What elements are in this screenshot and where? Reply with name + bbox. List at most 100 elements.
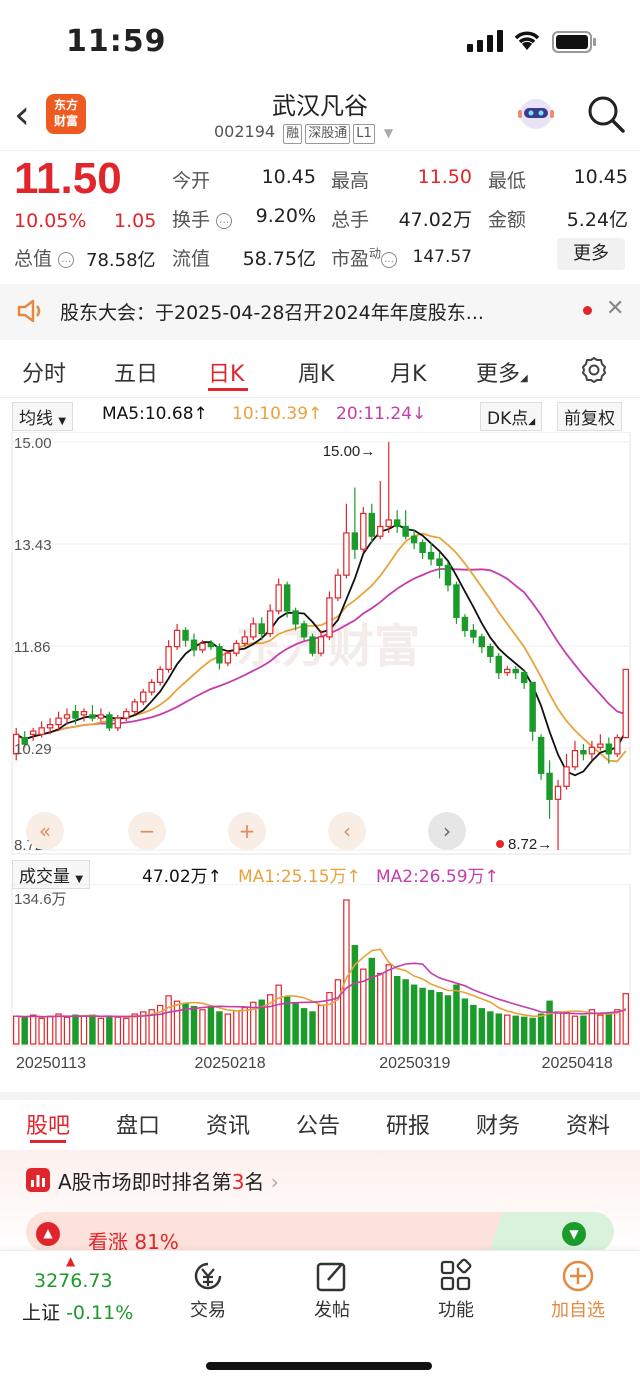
volume-bar — [504, 1014, 511, 1045]
volume-bar — [605, 1012, 613, 1045]
candle — [377, 480, 384, 540]
candle-body — [55, 717, 62, 726]
candle — [563, 753, 570, 790]
candle-body — [410, 535, 418, 544]
candle — [343, 503, 350, 579]
candle — [190, 633, 198, 657]
volume-chart[interactable]: 134.6万 20250113 20250218 20250319 20250418 — [0, 884, 640, 1074]
bullish-label: 看涨 81% — [88, 1230, 179, 1252]
edit-post-icon[interactable] — [314, 1258, 350, 1294]
grid-features-icon[interactable] — [438, 1258, 474, 1294]
index-value[interactable]: 3276.73 — [34, 1270, 113, 1292]
assistant-robot-icon[interactable] — [514, 96, 558, 132]
volume-bar — [13, 1015, 20, 1045]
index-row[interactable]: 上证 -0.11% — [22, 1298, 133, 1325]
tab-order-book[interactable]: 盘口 — [116, 1108, 160, 1140]
notice-text[interactable]: 股东大会：于2025-04-28召开2024年年度股东... — [60, 298, 484, 325]
candle-body — [495, 655, 503, 674]
market-cap-value: 78.58亿 — [86, 250, 156, 271]
tab-announcements[interactable]: 公告 — [296, 1108, 340, 1140]
tab-five-day[interactable]: 五日 — [114, 356, 158, 388]
candle-body — [148, 681, 155, 693]
candle — [470, 623, 477, 644]
candle-body — [504, 668, 511, 674]
candle-body — [266, 610, 274, 635]
change-percent: 10.05% — [14, 210, 87, 232]
candle — [334, 568, 342, 602]
sentiment-bar[interactable]: ▲ 看涨 81% ▼ — [26, 1212, 614, 1252]
zoom-out-button[interactable]: − — [128, 812, 166, 850]
volume-bar — [38, 1017, 45, 1045]
close-icon[interactable]: ✕ — [606, 296, 624, 321]
tab-forum[interactable]: 股吧 — [26, 1108, 70, 1140]
scroll-left-button[interactable]: ‹ — [328, 812, 366, 850]
status-bar: 11:59 — [0, 0, 640, 80]
candle-body — [258, 623, 265, 635]
tab-weekly-k[interactable]: 周K — [298, 356, 334, 388]
nav-features[interactable]: 功能 — [416, 1296, 496, 1322]
tab-more[interactable]: 更多◢ — [476, 356, 528, 388]
stock-code-row[interactable]: 002194 融深股通 L1 ▼ — [214, 122, 393, 144]
volume-bar — [351, 944, 359, 1045]
ma10-label: 10:10.39↑ — [232, 404, 323, 424]
zoom-in-button[interactable]: + — [228, 812, 266, 850]
candle — [529, 681, 536, 741]
scroll-start-button[interactable]: « — [26, 812, 64, 850]
candle-body — [487, 646, 494, 657]
trade-yen-icon[interactable] — [190, 1258, 226, 1294]
candle-body — [97, 714, 105, 719]
nav-add-watchlist[interactable]: 加自选 — [538, 1296, 618, 1322]
last-price: 11.50 — [14, 154, 122, 203]
status-time: 11:59 — [66, 24, 167, 59]
tab-intraday[interactable]: 分时 — [22, 356, 66, 388]
caret-up-icon: ▲ — [66, 1254, 76, 1268]
turnover-value: 9.20% — [255, 205, 316, 227]
margin-tag: 融 — [283, 124, 303, 144]
x-date-label: 20250113 — [16, 1055, 86, 1072]
candle-body — [165, 646, 172, 670]
search-icon[interactable] — [586, 94, 626, 134]
add-circle-icon[interactable] — [560, 1258, 596, 1294]
candle — [139, 688, 147, 706]
price-adjust-button[interactable]: 前复权 — [557, 402, 622, 431]
info-icon: … — [58, 252, 75, 268]
tab-news[interactable]: 资讯 — [206, 1108, 250, 1140]
rank-text[interactable]: A股市场即时排名第3名 › — [58, 1166, 279, 1195]
tab-monthly-k[interactable]: 月K — [390, 356, 426, 388]
back-icon[interactable]: ‹ — [14, 95, 30, 135]
indicator-selector[interactable]: 均线 ▼ — [12, 402, 74, 431]
dk-point-button[interactable]: DK点◢ — [480, 402, 543, 431]
candle — [326, 591, 333, 641]
gear-icon[interactable] — [580, 356, 608, 384]
connect-tag: 深股通 — [305, 124, 351, 144]
nav-trade[interactable]: 交易 — [168, 1296, 248, 1322]
volume-bar — [436, 992, 443, 1045]
volume-bar — [520, 1016, 528, 1045]
tab-profile[interactable]: 资料 — [566, 1108, 610, 1140]
candle — [131, 698, 138, 715]
tab-financials[interactable]: 财务 — [476, 1108, 520, 1140]
candlestick-chart[interactable]: 东方财富 15.0013.4311.8610.298.7215.00→8.72→ — [0, 432, 640, 856]
candle-body — [461, 616, 469, 632]
tab-daily-k[interactable]: 日K — [208, 356, 244, 388]
more-button[interactable]: 更多 — [557, 238, 625, 270]
open-value: 10.45 — [261, 166, 316, 188]
candle — [309, 633, 316, 657]
volume-bar — [393, 976, 401, 1045]
volume-bar — [453, 984, 460, 1045]
candle — [512, 666, 519, 680]
nav-post[interactable]: 发帖 — [292, 1296, 372, 1322]
volume-bar — [97, 1017, 105, 1045]
scroll-right-button[interactable]: › — [428, 812, 466, 850]
candle — [520, 669, 528, 689]
active-tab-underline — [208, 388, 248, 391]
candle — [436, 552, 443, 579]
candle-body — [241, 636, 249, 645]
y-tick-label: 10.29 — [14, 741, 52, 758]
candle-body — [326, 597, 333, 638]
candle-body — [131, 701, 138, 713]
volume-bar — [343, 899, 350, 1045]
candle-body — [520, 672, 528, 683]
tab-research[interactable]: 研报 — [386, 1108, 430, 1140]
volume-bar — [106, 1015, 113, 1045]
